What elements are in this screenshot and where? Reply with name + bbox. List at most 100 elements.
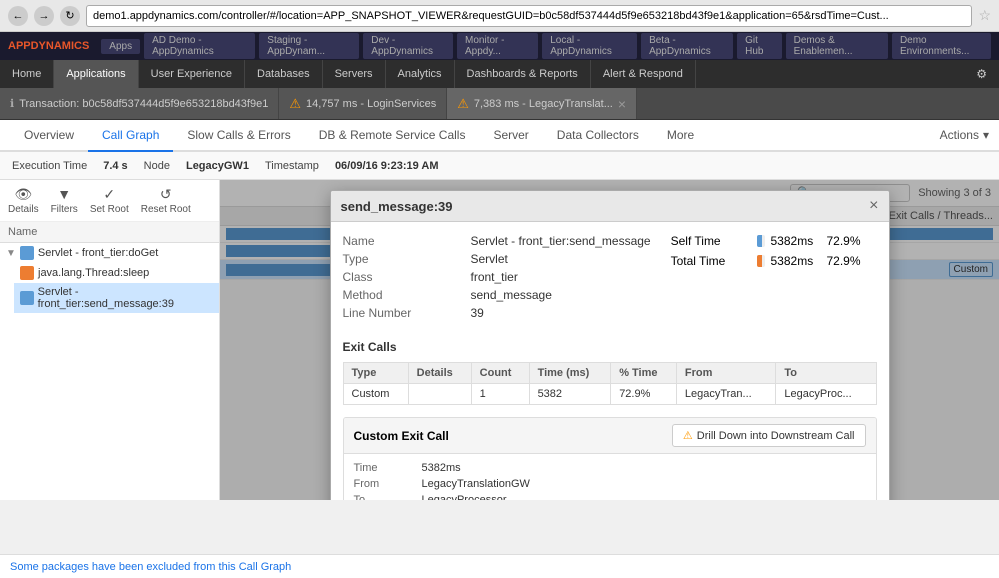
nav-dashboards[interactable]: Dashboards & Reports <box>455 60 591 88</box>
tree-row-sleep[interactable]: java.lang.Thread:sleep <box>14 263 219 283</box>
cell-from: LegacyTran... <box>676 384 776 405</box>
custom-exit-body: Time 5382ms From LegacyTranslationGW To … <box>344 454 876 500</box>
tab-more[interactable]: More <box>653 120 708 152</box>
execution-row: Execution Time 7.4 s Node LegacyGW1 Time… <box>0 152 999 180</box>
status-bar: Some packages have been excluded from th… <box>0 554 999 578</box>
info-icon: ℹ <box>10 97 14 110</box>
servlet-icon-send-message <box>20 291 34 305</box>
nav-analytics[interactable]: Analytics <box>386 60 455 88</box>
trans-tab-legacy[interactable]: ⚠ 7,383 ms - LegacyTranslat... × <box>447 88 637 119</box>
tree-row-doget[interactable]: ▼ Servlet - front_tier:doGet <box>0 243 219 263</box>
filters-btn[interactable]: ▼ Filters <box>51 186 78 215</box>
nav-servers[interactable]: Servers <box>323 60 386 88</box>
line-field-val: 39 <box>471 306 651 320</box>
total-time-bar-fill <box>757 255 763 267</box>
to-val: LegacyProcessor <box>422 494 866 500</box>
tab-data-collectors[interactable]: Data Collectors <box>543 120 653 152</box>
warn-icon-legacy: ⚠ <box>457 96 469 112</box>
col-time-ms: Time (ms) <box>529 363 611 384</box>
warn-icon-login: ⚠ <box>289 96 301 112</box>
tab-overview[interactable]: Overview <box>10 120 88 152</box>
trans-tab-legacy-label: 7,383 ms - LegacyTranslat... <box>474 98 613 110</box>
github-tab[interactable]: Git Hub <box>737 33 781 59</box>
trans-tab-main[interactable]: ℹ Transaction: b0c58df537444d5f9e653218b… <box>0 88 279 119</box>
modal-close-button[interactable]: × <box>869 197 878 215</box>
self-time-bar-fill <box>757 235 763 247</box>
reset-root-label: Reset Root <box>141 204 191 215</box>
detail-fields: Name Servlet - front_tier:send_message T… <box>343 234 651 320</box>
from-val: LegacyTranslationGW <box>422 478 866 490</box>
tree-label-send-message: Servlet - front_tier:send_message:39 <box>38 286 213 310</box>
self-time-bar-track <box>757 235 765 247</box>
nav-alert[interactable]: Alert & Respond <box>591 60 696 88</box>
modal-overlay: send_message:39 × Name Servlet - front_t… <box>220 180 999 500</box>
set-root-btn[interactable]: ✓ Set Root <box>90 186 129 215</box>
tab-db-remote[interactable]: DB & Remote Service Calls <box>305 120 480 152</box>
tab-slow-calls[interactable]: Slow Calls & Errors <box>173 120 304 152</box>
drill-down-button[interactable]: ⚠ Drill Down into Downstream Call <box>672 424 866 447</box>
demos-tab[interactable]: Demos & Enablemen... <box>786 33 888 59</box>
nav-home[interactable]: Home <box>0 60 54 88</box>
left-panel: 👁 Details ▼ Filters ✓ Set Root ↺ Reset R… <box>0 180 220 500</box>
drill-btn-label: Drill Down into Downstream Call <box>697 430 855 442</box>
local-tab[interactable]: Local - AppDynamics <box>542 33 637 59</box>
details-btn[interactable]: 👁 Details <box>8 186 39 215</box>
browser-bar: ← → ↻ ☆ <box>0 0 999 32</box>
exit-table-body: Custom 1 5382 72.9% LegacyTran... Legacy… <box>343 384 876 405</box>
apps-tab[interactable]: Apps <box>101 39 140 54</box>
custom-exit-title: Custom Exit Call <box>354 429 449 443</box>
custom-exit-section: Custom Exit Call ⚠ Drill Down into Downs… <box>343 417 877 500</box>
nav-user-experience[interactable]: User Experience <box>139 60 245 88</box>
exit-table-row[interactable]: Custom 1 5382 72.9% LegacyTran... Legacy… <box>343 384 876 405</box>
exec-time-label: Execution Time <box>12 160 87 172</box>
tree-label-sleep: java.lang.Thread:sleep <box>38 267 149 279</box>
reset-root-btn[interactable]: ↺ Reset Root <box>141 186 191 215</box>
actions-button[interactable]: Actions ▾ <box>940 120 989 150</box>
monitor-tab[interactable]: Monitor - Appdy... <box>457 33 538 59</box>
cell-to: LegacyProc... <box>776 384 876 405</box>
cell-type: Custom <box>343 384 408 405</box>
total-time-bar-track <box>757 255 765 267</box>
main-content: 👁 Details ▼ Filters ✓ Set Root ↺ Reset R… <box>0 180 999 500</box>
url-bar[interactable] <box>86 5 972 27</box>
col-count: Count <box>471 363 529 384</box>
bookmark-icon[interactable]: ☆ <box>978 7 991 24</box>
self-time-pct: 72.9% <box>827 234 877 248</box>
modal-title: send_message:39 <box>341 199 453 214</box>
excluded-packages-link[interactable]: Some packages have been excluded from th… <box>10 561 291 573</box>
custom-detail-grid: Time 5382ms From LegacyTranslationGW To … <box>354 462 866 500</box>
staging-tab[interactable]: Staging - AppDynam... <box>259 33 359 59</box>
set-root-icon: ✓ <box>99 186 119 202</box>
tab-server[interactable]: Server <box>479 120 542 152</box>
name-field-val: Servlet - front_tier:send_message <box>471 234 651 248</box>
reset-root-icon: ↺ <box>156 186 176 202</box>
demo-env-tab[interactable]: Demo Environments... <box>892 33 991 59</box>
cell-time: 5382 <box>529 384 611 405</box>
beta-tab[interactable]: Beta - AppDynamics <box>641 33 733 59</box>
expand-icon-doget: ▼ <box>6 248 16 259</box>
gear-icon[interactable]: ⚙ <box>964 60 999 88</box>
nav-applications[interactable]: Applications <box>54 60 138 88</box>
name-col-header: Name <box>0 222 219 243</box>
trans-tab-login[interactable]: ⚠ 14,757 ms - LoginServices <box>279 88 447 119</box>
timestamp-val: 06/09/16 9:23:19 AM <box>335 160 439 172</box>
nav-databases[interactable]: Databases <box>245 60 323 88</box>
time-label: Time <box>354 462 414 474</box>
appdynamics-logo: APPDYNAMICS <box>8 40 89 52</box>
ad-demo-tab[interactable]: AD Demo - AppDynamics <box>144 33 255 59</box>
forward-button[interactable]: → <box>34 6 54 26</box>
trans-tab-close[interactable]: × <box>618 96 626 112</box>
modal-body: Name Servlet - front_tier:send_message T… <box>331 222 889 500</box>
back-button[interactable]: ← <box>8 6 28 26</box>
method-field-label: Method <box>343 288 463 302</box>
modal-dialog: send_message:39 × Name Servlet - front_t… <box>330 190 890 500</box>
tree-row-send-message[interactable]: Servlet - front_tier:send_message:39 <box>14 283 219 313</box>
drill-warn-icon: ⚠ <box>683 429 693 442</box>
refresh-button[interactable]: ↻ <box>60 6 80 26</box>
dev-tab[interactable]: Dev - AppDynamics <box>363 33 453 59</box>
exec-time-val: 7.4 s <box>103 160 127 172</box>
filters-label: Filters <box>51 204 78 215</box>
exit-calls-title: Exit Calls <box>343 340 877 354</box>
tab-call-graph[interactable]: Call Graph <box>88 120 173 152</box>
set-root-label: Set Root <box>90 204 129 215</box>
